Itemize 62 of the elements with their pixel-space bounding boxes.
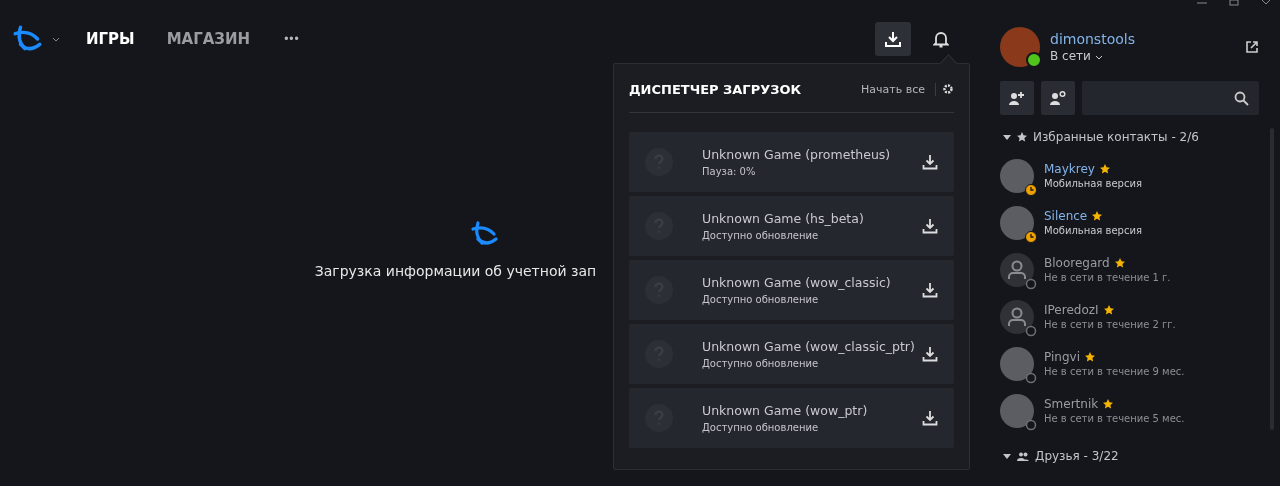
add-friend-button[interactable] bbox=[1000, 81, 1034, 115]
people-icon bbox=[1017, 451, 1029, 461]
favorite-star-icon bbox=[1114, 258, 1125, 268]
nav-tab[interactable]: МАГАЗИН bbox=[160, 26, 257, 52]
download-icon[interactable] bbox=[922, 154, 938, 170]
download-icon[interactable] bbox=[922, 410, 938, 426]
group-header[interactable]: Избранные контакты - 2/6 bbox=[1033, 130, 1199, 144]
group-header[interactable]: Друзья - 3/22 bbox=[1035, 449, 1119, 463]
download-icon[interactable] bbox=[922, 282, 938, 298]
game-name: Unknown Game (wow_classic) bbox=[702, 275, 892, 290]
star-icon bbox=[1017, 132, 1027, 142]
download-status: Доступно обновление bbox=[702, 358, 820, 369]
game-name: Unknown Game (prometheus) bbox=[702, 147, 892, 162]
contact-status: Не в сети в течение 1 г. bbox=[1044, 272, 1171, 283]
expanded-triangle-icon[interactable] bbox=[1003, 452, 1011, 460]
downloads-button[interactable] bbox=[875, 22, 911, 56]
contact-status: Не в сети в течение 9 мес. bbox=[1044, 366, 1185, 377]
more-button[interactable]: ••• bbox=[278, 31, 306, 47]
contact-status: Мобильная версия bbox=[1044, 178, 1142, 189]
external-link-icon[interactable] bbox=[1245, 40, 1259, 54]
download-status: Доступно обновление bbox=[702, 230, 820, 241]
person-gear-icon bbox=[1049, 90, 1067, 106]
contact-name[interactable]: Silence bbox=[1044, 209, 1088, 223]
contact-name[interactable]: Pingvi bbox=[1044, 350, 1080, 364]
contact-status: Мобильная версия bbox=[1044, 225, 1142, 236]
favorite-star-icon bbox=[1103, 305, 1114, 315]
favorite-star-icon bbox=[1103, 399, 1114, 409]
profile-avatar[interactable] bbox=[1000, 27, 1040, 67]
maximize-icon[interactable] bbox=[1229, 0, 1239, 6]
start-all-button[interactable]: Начать все bbox=[861, 82, 936, 96]
contact-name[interactable]: Blooregard bbox=[1044, 256, 1110, 270]
panel-title: ДИСПЕТЧЕР ЗАГРУЗОК bbox=[629, 81, 803, 97]
search-icon[interactable] bbox=[1234, 90, 1249, 106]
game-name: Unknown Game (wow_classic_ptr) bbox=[702, 339, 916, 354]
online-status-dot bbox=[1026, 52, 1042, 68]
game-name: Unknown Game (wow_ptr) bbox=[702, 403, 869, 418]
search-field[interactable] bbox=[1082, 81, 1259, 115]
game-name: Unknown Game (hs_beta) bbox=[702, 211, 865, 226]
loading-text: Загрузка информации об учетной зап bbox=[314, 263, 597, 279]
download-icon bbox=[884, 30, 902, 48]
favorite-star-icon bbox=[1099, 164, 1110, 174]
settings-icon[interactable] bbox=[942, 83, 954, 95]
contact-name[interactable]: Smertnik bbox=[1044, 397, 1099, 411]
contact-name[interactable]: Maykrey bbox=[1044, 162, 1095, 176]
username: dimonstools bbox=[1050, 31, 1136, 47]
contact-status: Не в сети в течение 5 мес. bbox=[1044, 413, 1185, 424]
chevron-down-icon bbox=[1094, 55, 1103, 60]
friend-settings-button[interactable] bbox=[1041, 81, 1075, 115]
download-status: Доступно обновление bbox=[702, 294, 820, 305]
favorite-star-icon bbox=[1092, 211, 1103, 221]
download-status: Пауза: 0% bbox=[702, 166, 757, 177]
download-status: Доступно обновление bbox=[702, 422, 820, 433]
expanded-triangle-icon[interactable] bbox=[1003, 133, 1011, 141]
status-dropdown[interactable]: В сети bbox=[1050, 49, 1245, 63]
contact-status: Не в сети в течение 2 гг. bbox=[1044, 319, 1176, 330]
contact-name[interactable]: IPeredozI bbox=[1044, 303, 1099, 317]
add-person-icon bbox=[1008, 90, 1026, 106]
favorite-star-icon bbox=[1084, 352, 1095, 362]
nav-tab[interactable]: ИГРЫ bbox=[80, 26, 141, 52]
caret-icon[interactable] bbox=[52, 36, 60, 42]
download-icon[interactable] bbox=[922, 346, 938, 362]
download-icon[interactable] bbox=[922, 218, 938, 234]
